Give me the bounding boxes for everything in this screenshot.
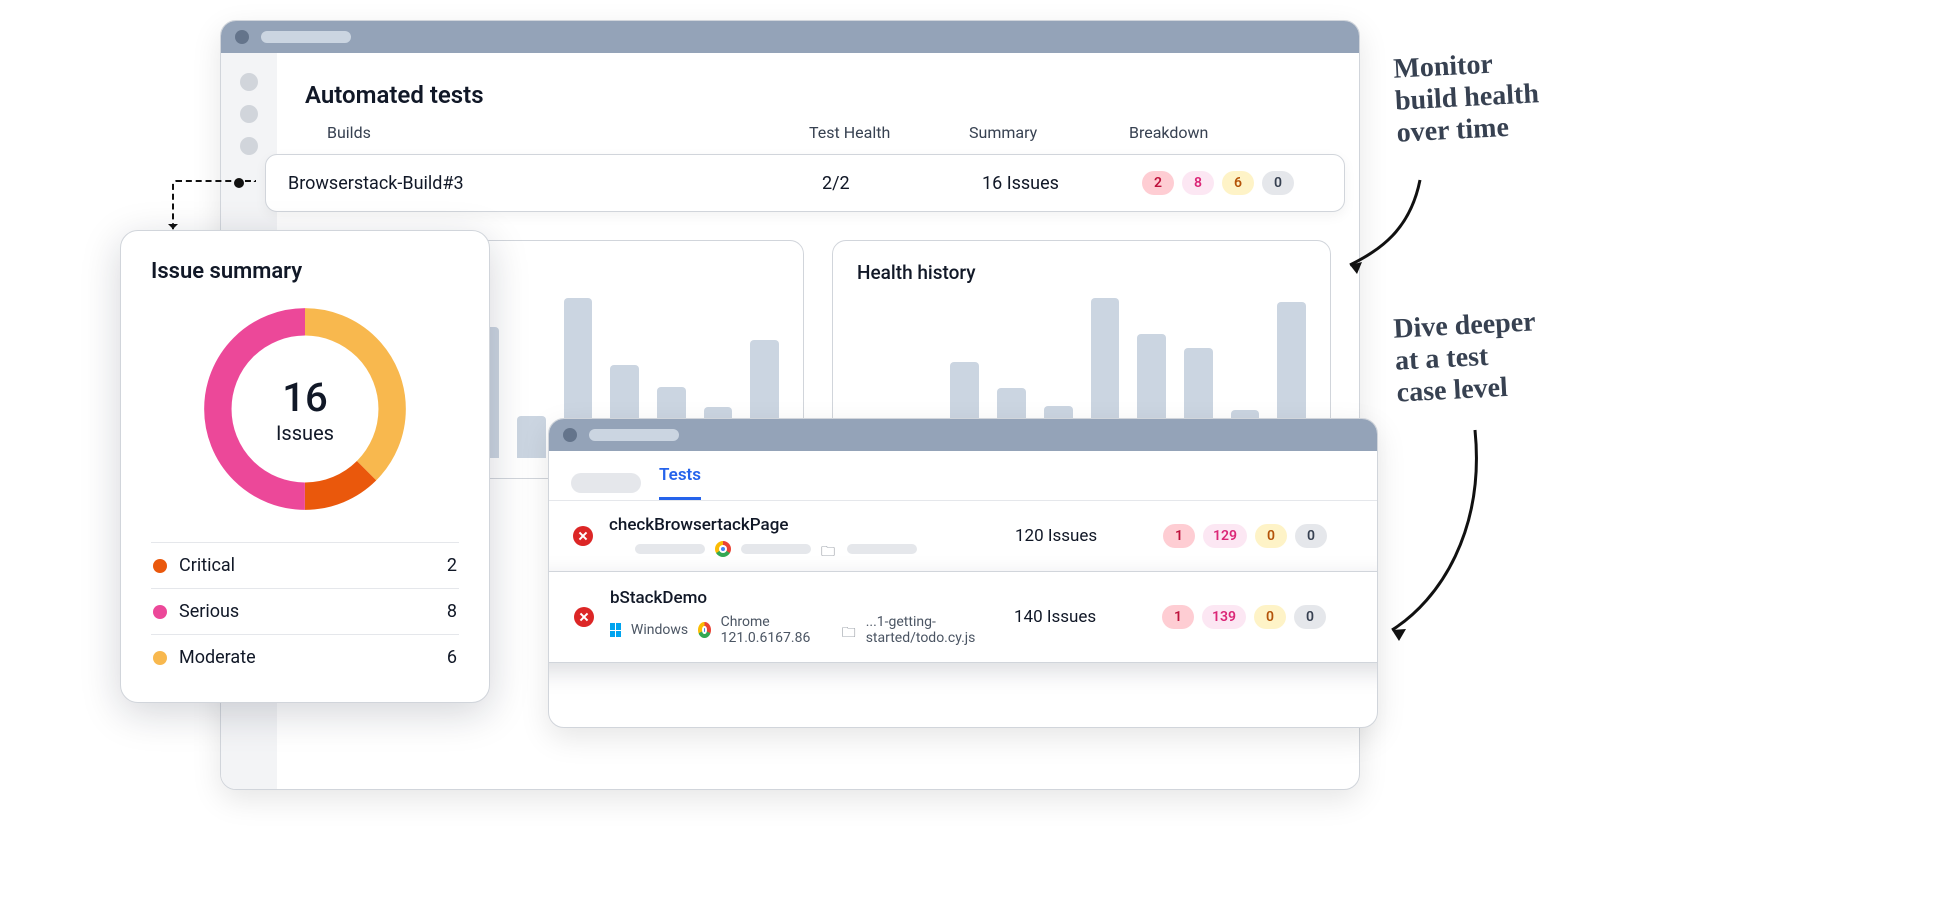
legend-serious-value: 8 xyxy=(447,601,457,622)
pill-minor: 0 xyxy=(1295,524,1327,548)
build-row[interactable]: Browserstack-Build#3 2/2 16 Issues 2 8 6… xyxy=(265,154,1345,212)
col-summary: Summary xyxy=(969,123,1129,142)
legend-moderate-value: 6 xyxy=(447,647,457,668)
page-title: Automated tests xyxy=(305,81,1331,109)
dot-moderate-icon xyxy=(153,651,167,665)
env-file: ...1-getting-started/todo.cy.js xyxy=(866,614,1006,646)
arrow-icon xyxy=(1380,420,1490,650)
rail-item[interactable] xyxy=(240,73,258,91)
chrome-icon xyxy=(715,541,731,557)
build-breakdown: 2 8 6 0 xyxy=(1142,171,1322,195)
test-row[interactable]: checkBrowsertackPage 120 Issues 1 129 0 … xyxy=(549,501,1377,571)
issue-summary-title: Issue summary xyxy=(151,259,459,284)
issue-donut: 16 Issues xyxy=(190,294,420,524)
url-bar-placeholder xyxy=(261,31,351,43)
pill-minor: 0 xyxy=(1262,171,1294,195)
legend-critical-value: 2 xyxy=(447,555,457,576)
env-os: Windows xyxy=(631,622,688,638)
donut-total-number: 16 xyxy=(282,374,327,421)
connector-line xyxy=(172,180,256,232)
build-name: Browserstack-Build#3 xyxy=(288,173,822,194)
window-control-icon[interactable] xyxy=(235,30,249,44)
tabs: Tests xyxy=(549,451,1377,501)
apple-icon xyxy=(609,541,625,557)
tab-placeholder[interactable] xyxy=(571,473,641,493)
chrome-icon xyxy=(698,622,710,638)
col-breakdown: Breakdown xyxy=(1129,123,1309,142)
titlebar xyxy=(549,419,1377,451)
folder-icon xyxy=(821,541,837,557)
pill-critical: 1 xyxy=(1162,605,1194,629)
pill-moderate: 0 xyxy=(1255,524,1287,548)
col-health: Test Health xyxy=(809,123,969,142)
legend-moderate-label: Moderate xyxy=(179,647,256,668)
legend-critical: Critical 2 xyxy=(151,542,459,588)
pill-critical: 1 xyxy=(1163,524,1195,548)
windows-icon xyxy=(610,623,621,637)
tab-tests[interactable]: Tests xyxy=(659,465,701,500)
arrow-icon xyxy=(1340,170,1440,290)
issue-summary-card: Issue summary 16 Issues Critical 2 Serio… xyxy=(120,230,490,703)
callout-monitor: Monitor build health over time xyxy=(1393,46,1542,150)
pill-moderate: 0 xyxy=(1254,605,1286,629)
legend-serious-label: Serious xyxy=(179,601,239,622)
rail-item[interactable] xyxy=(240,137,258,155)
col-builds: Builds xyxy=(327,123,809,142)
dot-critical-icon xyxy=(153,559,167,573)
test-name: bStackDemo xyxy=(610,588,1006,608)
pill-serious: 129 xyxy=(1203,524,1247,548)
pill-minor: 0 xyxy=(1294,605,1326,629)
test-row[interactable]: bStackDemo Windows Chrome 121.0.6167.86 … xyxy=(548,571,1378,663)
pill-moderate: 6 xyxy=(1222,171,1254,195)
window-control-icon[interactable] xyxy=(563,428,577,442)
env-browser: Chrome 121.0.6167.86 xyxy=(721,614,832,646)
fail-icon xyxy=(574,607,594,627)
pill-serious: 139 xyxy=(1202,605,1246,629)
url-bar-placeholder xyxy=(589,429,679,441)
pill-serious: 8 xyxy=(1182,171,1214,195)
rail-item[interactable] xyxy=(240,105,258,123)
titlebar xyxy=(221,21,1359,53)
tests-window: Tests checkBrowsertackPage 120 Issues 1 … xyxy=(548,418,1378,728)
legend-serious: Serious 8 xyxy=(151,588,459,634)
health-history-title: Health history xyxy=(857,261,1306,284)
builds-table-header: Builds Test Health Summary Breakdown xyxy=(305,123,1331,154)
dot-serious-icon xyxy=(153,605,167,619)
test-issues: 120 Issues xyxy=(1015,526,1155,546)
build-summary: 16 Issues xyxy=(982,173,1142,194)
test-breakdown: 1 129 0 0 xyxy=(1163,524,1353,548)
callout-dive: Dive deeper at a test case level xyxy=(1393,306,1540,410)
legend-critical-label: Critical xyxy=(179,555,235,576)
fail-icon xyxy=(573,526,593,546)
legend-moderate: Moderate 6 xyxy=(151,634,459,680)
test-name: checkBrowsertackPage xyxy=(609,515,1007,535)
pill-critical: 2 xyxy=(1142,171,1174,195)
donut-total-label: Issues xyxy=(276,421,334,445)
build-health: 2/2 xyxy=(822,173,982,194)
test-breakdown: 1 139 0 0 xyxy=(1162,605,1352,629)
folder-icon xyxy=(842,622,856,638)
test-issues: 140 Issues xyxy=(1014,607,1154,627)
